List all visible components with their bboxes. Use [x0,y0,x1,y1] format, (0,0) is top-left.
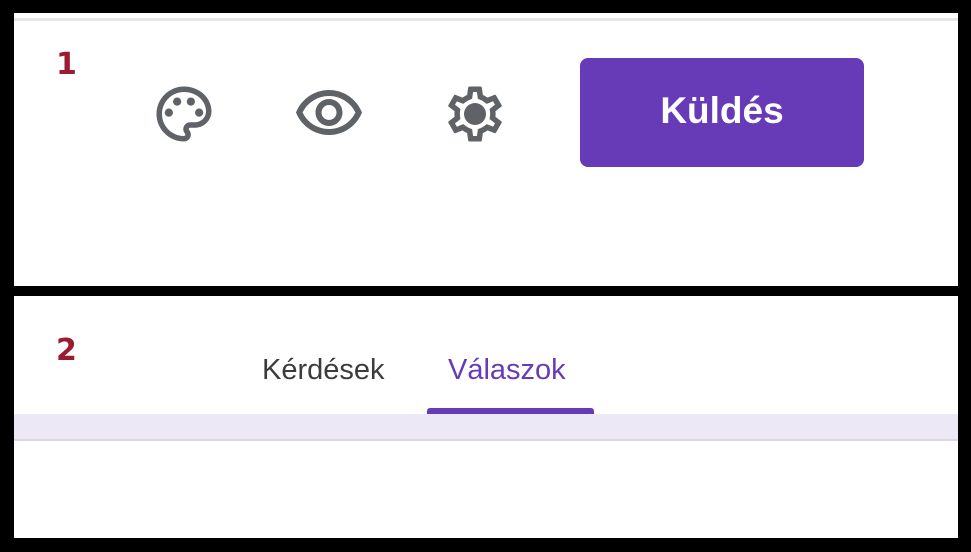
tab-responses[interactable]: Válaszok [448,356,566,385]
tab-bar-strip [14,414,958,441]
gear-icon [448,86,502,142]
send-button[interactable]: Küldés [580,58,864,167]
settings-button[interactable] [439,78,511,150]
palette-icon [156,86,212,142]
customize-theme-button[interactable] [148,78,220,150]
step-number: 2 [56,333,77,368]
divider [14,18,958,21]
tabs-panel: 2 Kérdések Válaszok [14,296,958,538]
eye-icon [296,90,362,135]
toolbar-panel: 1 Küldés [14,13,958,286]
step-number: 1 [56,47,77,82]
tab-questions[interactable]: Kérdések [262,356,385,385]
preview-button[interactable] [293,78,365,150]
